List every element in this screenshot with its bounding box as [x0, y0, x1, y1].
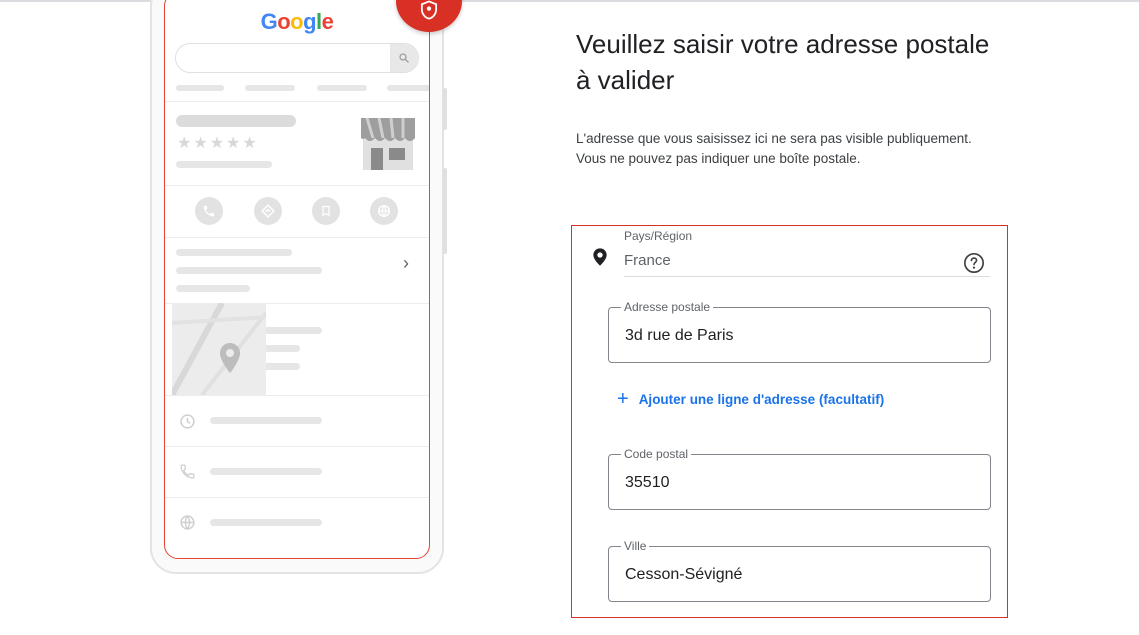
postal-code-input[interactable]: 35510	[625, 474, 670, 492]
divider	[165, 395, 429, 396]
divider	[165, 446, 429, 447]
clock-icon	[180, 414, 195, 429]
bookmark-icon	[312, 197, 340, 225]
phone-side-button	[443, 168, 447, 254]
page-description: L'adresse que vous saisissez ici ne sera…	[576, 129, 1036, 169]
country-select[interactable]: France	[624, 252, 671, 269]
city-label: Ville	[621, 539, 650, 553]
country-underline	[624, 276, 990, 277]
placeholder-bar	[176, 85, 224, 91]
placeholder-bar	[387, 85, 429, 91]
add-address-line-button[interactable]: + Ajouter une ligne d'adresse (facultati…	[617, 389, 884, 409]
phone-icon	[180, 464, 195, 479]
phone-screen-mockup: Google ★★★★★ ›	[164, 0, 430, 559]
phone-icon	[195, 197, 223, 225]
plus-icon: +	[617, 388, 629, 410]
globe-icon	[180, 515, 195, 531]
mock-search-bar	[175, 43, 419, 73]
placeholder-bar	[317, 85, 367, 91]
placeholder-bar	[176, 267, 322, 274]
placeholder-bar	[176, 285, 250, 292]
street-address-input[interactable]: 3d rue de Paris	[625, 327, 734, 345]
divider	[165, 101, 429, 102]
placeholder-bar	[210, 417, 322, 424]
placeholder-bar	[176, 249, 292, 256]
placeholder-bar	[210, 519, 322, 526]
google-logo: Google	[260, 9, 334, 34]
street-address-label: Adresse postale	[621, 300, 714, 314]
rating-stars-icon: ★★★★★	[177, 135, 259, 152]
page-title: Veuillez saisir votre adresse postale à …	[576, 29, 990, 95]
postal-code-field[interactable]: 35510	[608, 454, 991, 510]
postal-code-label: Code postal	[621, 447, 692, 461]
placeholder-bar	[210, 468, 322, 475]
city-input[interactable]: Cesson-Sévigné	[625, 566, 742, 584]
description-line: L'adresse que vous saisissez ici ne sera…	[576, 131, 972, 146]
help-icon[interactable]	[963, 252, 985, 274]
search-icon	[390, 44, 418, 72]
storefront-icon	[361, 117, 415, 170]
street-address-field[interactable]: 3d rue de Paris	[608, 307, 991, 363]
placeholder-bar	[245, 85, 295, 91]
location-pin-icon	[593, 248, 607, 266]
add-address-line-label: Ajouter une ligne d'adresse (facultatif)	[638, 391, 885, 407]
country-label: Pays/Région	[621, 229, 696, 243]
map-thumbnail	[172, 303, 266, 395]
placeholder-bar	[176, 115, 296, 127]
directions-icon	[254, 197, 282, 225]
globe-icon	[370, 197, 398, 225]
placeholder-bar	[176, 161, 272, 168]
phone-side-button	[443, 88, 447, 130]
divider	[165, 497, 429, 498]
divider	[165, 237, 429, 238]
chevron-right-icon: ›	[403, 253, 409, 273]
description-line: Vous ne pouvez pas indiquer une boîte po…	[576, 151, 861, 166]
divider	[165, 185, 429, 186]
city-field[interactable]: Cesson-Sévigné	[608, 546, 991, 602]
